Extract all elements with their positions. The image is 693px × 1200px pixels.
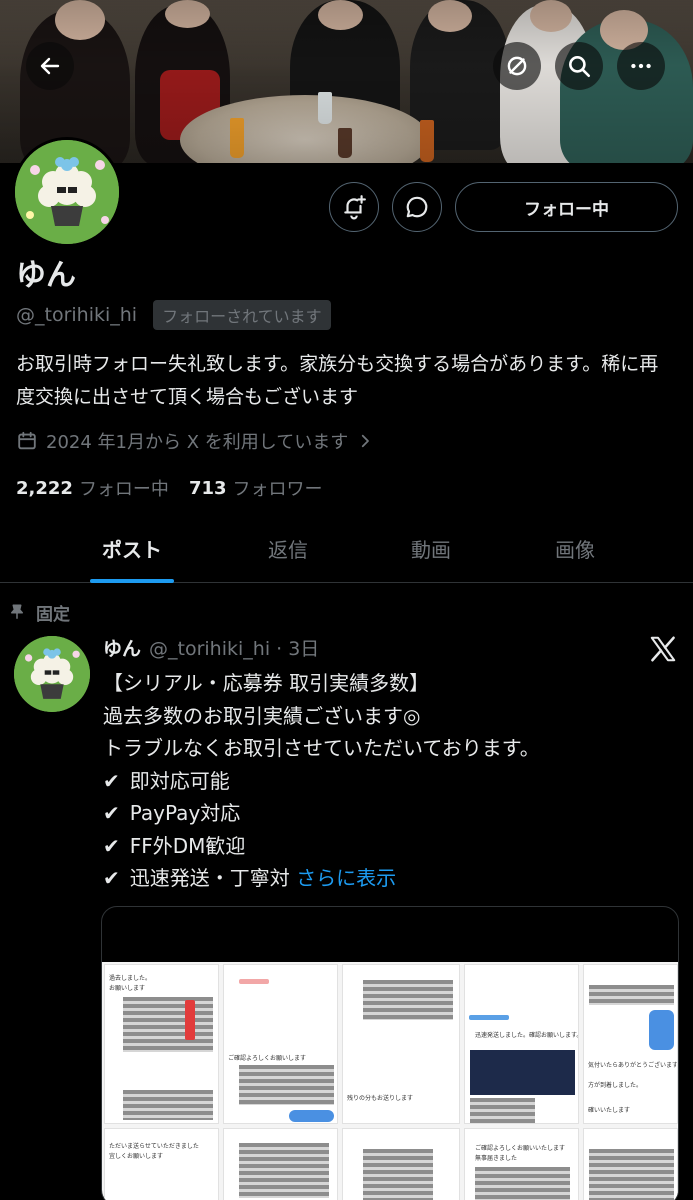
x-logo-icon: [650, 636, 676, 662]
more-icon: [631, 63, 651, 69]
chat-screenshot: [223, 1128, 338, 1200]
pinned-label: 固定: [36, 605, 70, 625]
follow-stats: 2,222 フォロー中 713 フォロワー: [16, 475, 343, 501]
followers-count[interactable]: 713: [189, 478, 227, 499]
check-mark-icon: ✔: [103, 833, 120, 858]
chat-screenshot: [342, 1128, 460, 1200]
search-button[interactable]: [555, 42, 603, 90]
check-mark-icon: ✔: [103, 768, 120, 793]
post-line: 【シリアル・応募券 取引実績多数】: [103, 671, 430, 695]
follows-you-badge: フォローされています: [153, 300, 331, 330]
post-header: ゆん @_torihiki_hi · 3日: [103, 634, 319, 661]
tab-images[interactable]: 画像: [513, 515, 637, 582]
following-button[interactable]: フォロー中: [455, 182, 678, 232]
check-mark-icon: ✔: [103, 801, 120, 825]
notifications-button[interactable]: [329, 182, 379, 232]
profile-tabs: ポスト 返信 動画 画像: [0, 515, 693, 583]
pinned-indicator: 固定: [11, 600, 70, 625]
screenshot-collage: 過去しました。 お願いします ただいま送らせていただきました 宜しくお願いします…: [102, 962, 678, 1200]
check-mark-icon: ✔: [103, 866, 120, 890]
rss-icon: [507, 56, 527, 76]
following-label[interactable]: フォロー中: [79, 475, 169, 501]
check-item: ✔ FF外DM歓迎: [103, 833, 246, 858]
show-more-link[interactable]: さらに表示: [296, 866, 396, 890]
chat-bubble-icon: [406, 196, 428, 218]
bell-plus-icon: [344, 195, 366, 220]
avatar-image: [14, 636, 90, 712]
tab-posts[interactable]: ポスト: [70, 515, 194, 582]
post-author-meta[interactable]: @_torihiki_hi · 3日: [149, 634, 319, 661]
chat-screenshot: [583, 1128, 678, 1200]
display-name: ゆん: [16, 258, 76, 293]
profile-avatar[interactable]: [12, 137, 122, 247]
rss-button[interactable]: [493, 42, 541, 90]
avatar-image: [15, 140, 119, 244]
check-item: ✔ 迅速発送・丁寧対 さらに表示: [103, 866, 397, 890]
joined-text: 2024 年1月から X を利用しています: [46, 432, 349, 453]
back-button[interactable]: [26, 42, 74, 90]
tab-videos[interactable]: 動画: [369, 515, 493, 582]
check-item: ✔ 即対応可能: [103, 768, 230, 793]
calendar-icon: [18, 431, 36, 450]
check-item: ✔ PayPay対応: [103, 801, 241, 825]
handle-row: @_torihiki_hi フォローされています: [16, 300, 331, 330]
search-icon: [569, 56, 591, 78]
profile-bio: お取引時フォロー失礼致します。家族分も交換する場合があります。稀に再度交換に出さ…: [16, 353, 659, 408]
chevron-right-icon: [362, 434, 370, 448]
tab-replies[interactable]: 返信: [226, 515, 350, 582]
joined-date[interactable]: 2024 年1月から X を利用しています: [16, 428, 374, 454]
pin-icon: [11, 604, 23, 619]
chat-screenshot: 残りの分もお送りします: [342, 964, 460, 1124]
post-author-name[interactable]: ゆん: [103, 634, 141, 661]
followers-label[interactable]: フォロワー: [233, 475, 323, 501]
more-button[interactable]: [617, 42, 665, 90]
post-line: 過去多数のお取引実績ございます◎: [103, 703, 421, 728]
arrow-left-icon: [40, 57, 60, 75]
chat-screenshot: 気付いたらありがとうございます 方が到着しました。 確いいたします: [583, 964, 678, 1124]
post-line: トラブルなくお取引させていただいております。: [103, 736, 540, 760]
profile-handle: @_torihiki_hi: [16, 304, 138, 326]
chat-screenshot: ご確認よろしくお願いします: [223, 964, 338, 1124]
following-count[interactable]: 2,222: [16, 478, 73, 499]
message-button[interactable]: [392, 182, 442, 232]
post-text: 【シリアル・応募券 取引実績多数】 過去多数のお取引実績ございます◎ トラブルな…: [103, 667, 683, 895]
post-media[interactable]: 過去しました。 お願いします ただいま送らせていただきました 宜しくお願いします…: [101, 906, 679, 1200]
chat-screenshot: 迅速発送しました。確認お願いします。: [464, 964, 579, 1124]
chat-screenshot: ご確認よろしくお願いいたします 無事届きました: [464, 1128, 579, 1200]
chat-screenshot: 過去しました。 お願いします: [104, 964, 219, 1124]
chat-screenshot: ただいま送らせていただきました 宜しくお願いします: [104, 1128, 219, 1200]
active-tab-indicator: [90, 579, 174, 583]
post-author-avatar[interactable]: [14, 636, 90, 712]
